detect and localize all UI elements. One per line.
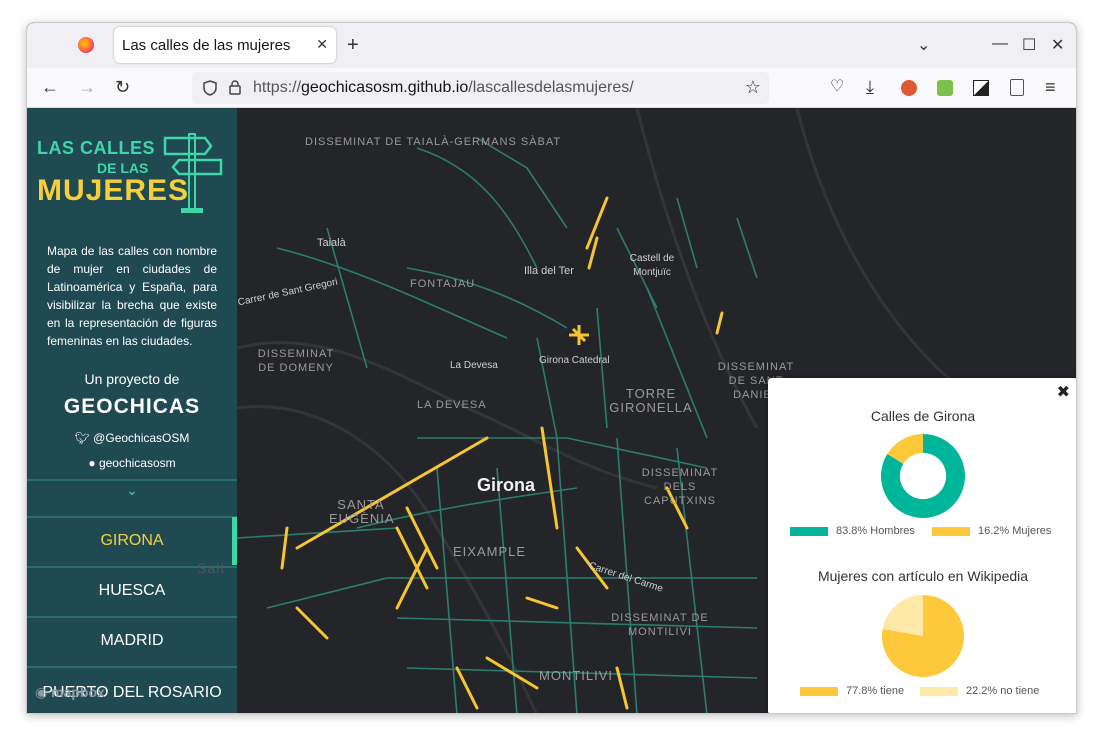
url-host: geochicasosm.github.io — [301, 79, 469, 96]
wikipedia-pie-chart — [882, 595, 964, 677]
map-label: DISSEMINAT DE MONTILIVI — [611, 612, 709, 638]
signpost-icon — [163, 133, 223, 213]
map-label: Girona — [477, 475, 536, 495]
project-description: Mapa de las calles con nombre de mujer e… — [47, 244, 217, 348]
map-label: FONTAJAU — [410, 278, 476, 290]
lock-icon[interactable] — [228, 79, 242, 96]
map-label: Castell de Montjuïc — [629, 253, 675, 278]
logo-text-line1: LAS CALLES — [37, 138, 156, 158]
twitter-link[interactable]: 🐦︎ @GeochicasOSM — [27, 431, 237, 445]
sidebar: LAS CALLES DE LAS MUJERES Mapa de las ca… — [27, 108, 237, 713]
legend-text-men: 83.8% Hombres — [836, 525, 915, 537]
map-label: MONTILIVI — [539, 668, 614, 683]
map-label: TORRE GIRONELLA — [609, 386, 693, 415]
browser-tab[interactable]: Las calles de las mujeres ✕ — [114, 27, 336, 63]
streets-donut-chart — [881, 434, 965, 518]
chart1-title: Calles de Girona — [870, 408, 976, 424]
back-icon[interactable]: ← — [41, 77, 59, 97]
twitter-handle: @GeochicasOSM — [93, 431, 190, 445]
cathedral-marker-icon[interactable] — [567, 323, 591, 347]
address-bar[interactable]: https://geochicasosm.github.io/lascalles… — [192, 72, 769, 104]
map-label: DISSEMINAT DE DOMENY — [257, 348, 335, 374]
twitter-icon: 🐦︎ — [74, 431, 94, 445]
navigation-bar: ← → ↻ https://geochicasosm.github.io/las… — [27, 68, 1076, 108]
legend-swatch-women — [932, 526, 970, 536]
city-item-madrid[interactable]: MADRID — [27, 616, 237, 664]
github-link[interactable]: ● geochicasosm — [27, 456, 237, 470]
dark-reader-icon[interactable] — [973, 80, 989, 96]
legend-without-article: 22.2% no tiene — [920, 685, 1039, 697]
map-label: LA DEVESA — [417, 399, 487, 411]
legend-text-women: 16.2% Mujeres — [978, 525, 1052, 537]
map-label: Salt — [197, 560, 226, 576]
legend-text-without-article: 22.2% no tiene — [966, 685, 1040, 697]
logo: LAS CALLES DE LAS MUJERES — [37, 130, 227, 220]
mapbox-text: mapbox — [51, 684, 105, 700]
pocket-icon[interactable]: ♡ — [830, 77, 844, 97]
shield-icon[interactable] — [202, 80, 218, 96]
map-label: Girona Catedral — [539, 355, 610, 366]
close-tab-icon[interactable]: ✕ — [316, 36, 328, 53]
chart2-title: Mujeres con artículo en Wikipedia — [817, 568, 1029, 584]
legend-swatch-without-article — [920, 686, 958, 696]
legend-text-with-article: 77.8% tiene — [846, 685, 905, 697]
city-item-girona[interactable]: GIRONA — [27, 516, 237, 564]
map-label: EIXAMPLE — [453, 544, 527, 559]
web-content: LAS CALLES DE LAS MUJERES Mapa de las ca… — [27, 108, 1076, 713]
maximize-icon[interactable]: ☐ — [1022, 35, 1036, 55]
map-label: Taialà — [317, 237, 346, 249]
map-label: SANTA EUGÈNIA — [329, 497, 395, 526]
divider — [27, 479, 237, 481]
legend-swatch-with-article — [800, 686, 838, 696]
reader-page-icon[interactable] — [1010, 79, 1024, 96]
mapbox-logo-icon: ◉ — [35, 684, 52, 700]
download-icon[interactable]: ⤓ — [866, 77, 874, 97]
new-tab-icon[interactable]: + — [347, 35, 359, 55]
legend-women: 16.2% Mujeres — [932, 525, 1051, 537]
duckduckgo-extension-icon[interactable] — [901, 80, 917, 96]
map-label: DISSEMINAT DELS CAPUTXINS — [641, 467, 719, 507]
github-icon: ● — [88, 456, 99, 470]
close-panel-icon[interactable]: ✖ — [1057, 382, 1070, 402]
streets-donut-hole — [899, 452, 947, 500]
mapbox-attribution[interactable]: ◉ mapbox — [35, 684, 105, 701]
menu-icon[interactable]: ≡ — [1045, 77, 1056, 97]
map-label: DISSEMINAT DE TAIALÀ-GERMANS SÀBAT — [305, 136, 562, 148]
firefox-icon — [78, 37, 94, 53]
geochicas-logo: GEOCHICAS — [63, 395, 201, 418]
byline: Un proyecto de — [84, 371, 180, 387]
legend-with-article: 77.8% tiene — [800, 685, 904, 697]
close-window-icon[interactable]: ✕ — [1051, 35, 1064, 55]
wikipedia-slice-no-tiene[interactable] — [882, 595, 923, 636]
map-label: Illa del Ter — [524, 265, 574, 277]
map-label: La Devesa — [450, 360, 498, 371]
legend-swatch-men — [790, 526, 828, 536]
forward-icon[interactable]: → — [78, 77, 96, 97]
chevron-down-icon[interactable]: ⌄ — [27, 482, 237, 499]
url-text[interactable]: https://geochicasosm.github.io/lascalles… — [253, 79, 634, 97]
statistics-panel: ✖ Calles de Girona 83.8% Hombres 16.2% M… — [768, 378, 1076, 713]
legend-men: 83.8% Hombres — [790, 525, 915, 537]
tab-bar: Las calles de las mujeres ✕ + ⌄ — ☐ ✕ — [27, 23, 1076, 68]
github-handle: geochicasosm — [98, 456, 176, 470]
reload-icon[interactable]: ↻ — [115, 77, 130, 97]
minimize-icon[interactable]: — — [992, 35, 1008, 53]
browser-window: Las calles de las mujeres ✕ + ⌄ — ☐ ✕ ← … — [26, 22, 1077, 714]
tab-list-chevron-icon[interactable]: ⌄ — [917, 35, 930, 55]
bookmark-star-icon[interactable]: ☆ — [745, 77, 761, 98]
extension-icon[interactable] — [937, 80, 953, 96]
url-scheme: https:// — [253, 79, 302, 96]
url-path: /lascallesdelasmujeres/ — [468, 79, 634, 96]
tab-title: Las calles de las mujeres — [122, 36, 291, 54]
